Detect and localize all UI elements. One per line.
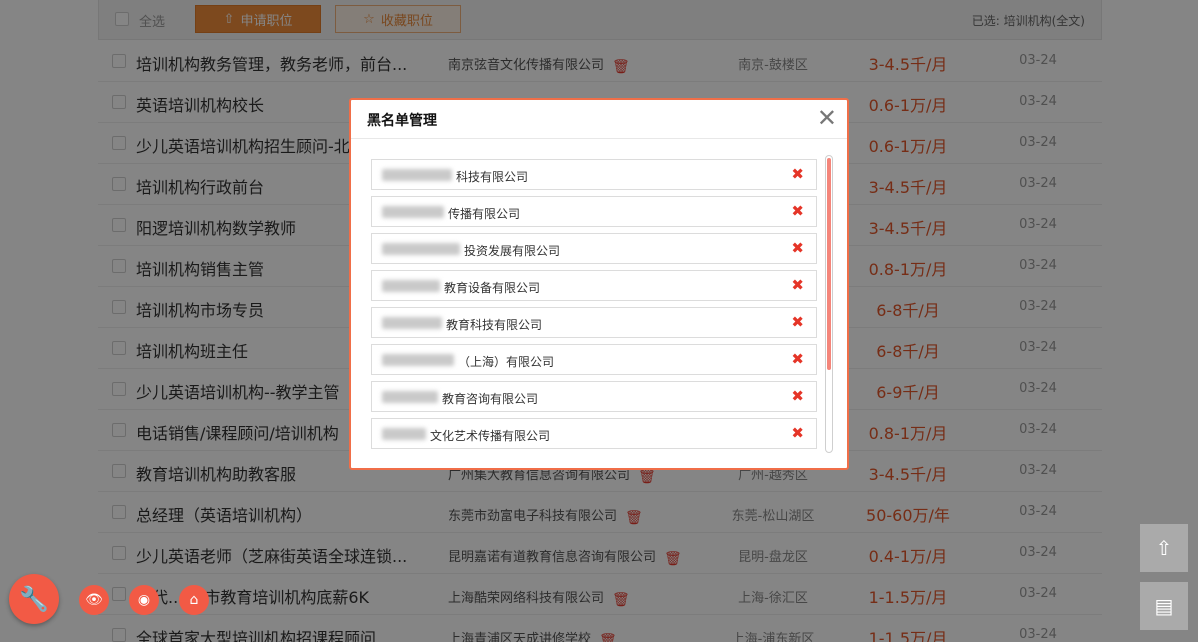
wrench-icon[interactable]: 🔧: [9, 574, 59, 624]
blacklist-company-name: 投资发展有限公司: [464, 244, 561, 258]
blacklist-item: 教育科技有限公司 ✖: [371, 307, 817, 338]
redacted-name: [382, 354, 454, 366]
blacklist-company-name: 教育科技有限公司: [446, 318, 543, 332]
blacklist-item: 科技有限公司 ✖: [371, 159, 817, 190]
delete-icon[interactable]: ✖: [791, 165, 804, 183]
modal-title: 黑名单管理: [367, 113, 437, 129]
redacted-name: [382, 428, 426, 440]
delete-icon[interactable]: ✖: [791, 313, 804, 331]
blacklist-modal: 黑名单管理 ✕ 科技有限公司 ✖ 传播有限公司 ✖ 投资发展有限公司 ✖ 教育设备有限公司 ✖…: [349, 98, 849, 470]
delete-icon[interactable]: ✖: [791, 202, 804, 220]
arrow-up-icon[interactable]: ⇧: [1140, 524, 1188, 572]
message-icon[interactable]: ▤: [1140, 582, 1188, 630]
blacklist-list: 科技有限公司 ✖ 传播有限公司 ✖ 投资发展有限公司 ✖ 教育设备有限公司 ✖ 教育科技有限公司…: [371, 159, 819, 459]
blacklist-company-name: 教育咨询有限公司: [442, 392, 539, 406]
redacted-name: [382, 280, 440, 292]
blacklist-company-name: （上海）有限公司: [458, 355, 555, 369]
blacklist-item: 教育咨询有限公司 ✖: [371, 381, 817, 412]
blacklist-company-name: 科技有限公司: [456, 170, 529, 184]
eye-off-icon[interactable]: 👁: [79, 585, 109, 615]
blacklist-company-name: 文化艺术传播有限公司: [430, 429, 551, 443]
delete-icon[interactable]: ✖: [791, 424, 804, 442]
delete-icon[interactable]: ✖: [791, 387, 804, 405]
blacklist-item: 传播有限公司 ✖: [371, 196, 817, 227]
podcast-icon[interactable]: ◉: [129, 585, 159, 615]
blacklist-item: （上海）有限公司 ✖: [371, 344, 817, 375]
delete-icon[interactable]: ✖: [791, 350, 804, 368]
redacted-name: [382, 317, 442, 329]
blacklist-item: 投资发展有限公司 ✖: [371, 233, 817, 264]
redacted-name: [382, 243, 460, 255]
redacted-name: [382, 391, 438, 403]
close-icon[interactable]: ✕: [817, 106, 837, 130]
blacklist-company-name: 教育设备有限公司: [444, 281, 541, 295]
modal-header: 黑名单管理 ✕: [351, 100, 847, 139]
scrollbar[interactable]: [825, 155, 833, 453]
redacted-name: [382, 206, 444, 218]
scrollbar-thumb[interactable]: [827, 158, 831, 370]
delete-icon[interactable]: ✖: [791, 276, 804, 294]
blacklist-item: 文化艺术传播有限公司 ✖: [371, 418, 817, 449]
blacklist-company-name: 传播有限公司: [448, 207, 521, 221]
redacted-name: [382, 169, 452, 181]
github-icon[interactable]: ⌂: [179, 585, 209, 615]
blacklist-item: 教育设备有限公司 ✖: [371, 270, 817, 301]
delete-icon[interactable]: ✖: [791, 239, 804, 257]
